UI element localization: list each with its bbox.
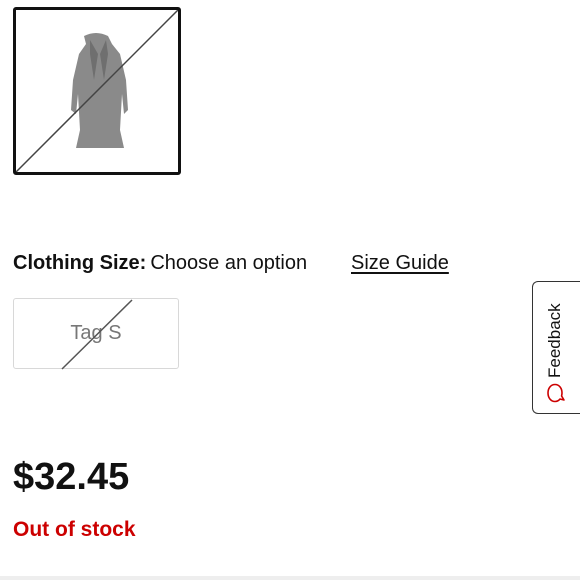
color-swatch-unavailable[interactable] xyxy=(13,7,181,175)
product-price: $32.45 xyxy=(13,456,130,498)
divider xyxy=(0,576,580,580)
unavailable-slash xyxy=(61,299,133,370)
selected-size-value: Choose an option xyxy=(150,252,308,274)
coat-swatch-image xyxy=(16,10,178,172)
feedback-label: Feedback xyxy=(545,303,564,378)
stock-status: Out of stock xyxy=(13,518,136,541)
clothing-size-label: Clothing Size: xyxy=(13,252,147,274)
size-selector-label-row: Clothing Size: Choose an option xyxy=(13,250,307,276)
feedback-button[interactable]: Feedback xyxy=(532,281,580,414)
size-option-tag-s[interactable]: Tag S xyxy=(13,298,179,370)
speech-bubble-icon xyxy=(547,383,565,403)
size-guide-link[interactable]: Size Guide xyxy=(351,250,449,276)
